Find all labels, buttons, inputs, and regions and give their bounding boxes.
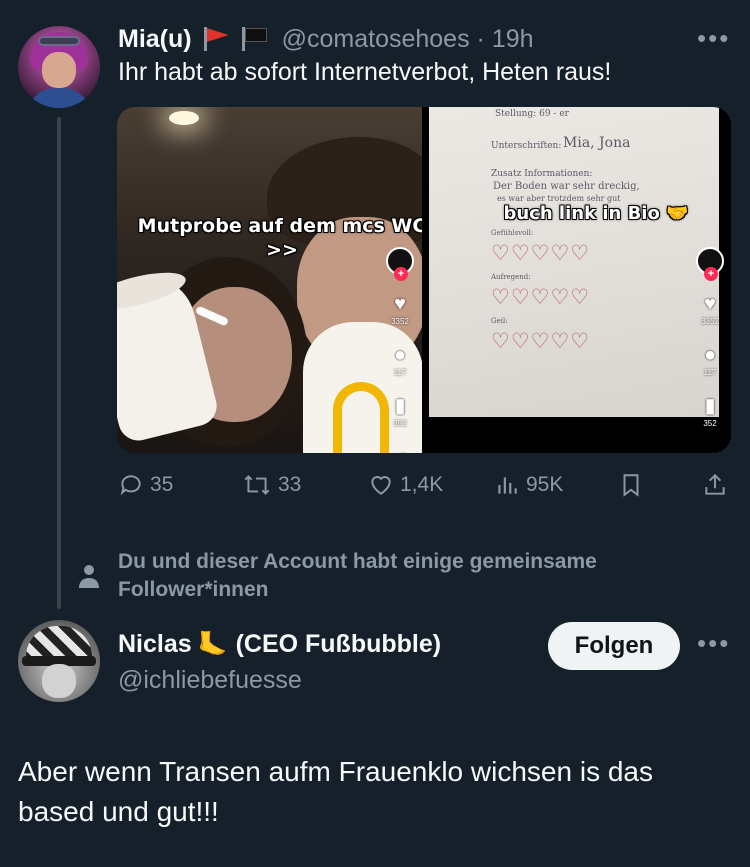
creator-avatar-icon xyxy=(386,247,414,281)
heart-icon: ♥ xyxy=(394,293,406,315)
author-avatar[interactable] xyxy=(18,620,100,702)
bookmark-icon: ▮ xyxy=(704,395,716,417)
bookmark-button[interactable] xyxy=(618,472,650,498)
author-name-suffix: (CEO Fußbubble) xyxy=(235,630,442,658)
author-name[interactable]: Niclas 🦶 (CEO Fußbubble) xyxy=(118,630,441,659)
tweet-header: Mia(u) @comatosehoes · 19h xyxy=(118,24,534,54)
foot-emoji-icon: 🦶 xyxy=(197,631,228,658)
tweet-media[interactable]: Mutprobe auf dem mcs WC >> ♥ 3352 ● 117 … xyxy=(117,107,731,453)
retweet-count: 33 xyxy=(278,473,302,496)
creator-avatar-icon xyxy=(696,247,724,281)
heart-icon xyxy=(371,476,391,495)
reply-count: 35 xyxy=(150,473,174,496)
like-count: 1,4K xyxy=(400,473,444,496)
follow-button[interactable]: Folgen xyxy=(548,622,680,670)
tiktok-side-bar: ♥ 3352 ● 117 ▮ 352 ➦ xyxy=(693,247,727,453)
bookmark-icon: ▮ xyxy=(394,395,406,417)
reply-icon xyxy=(120,475,141,496)
more-options-icon[interactable]: ••• xyxy=(697,628,730,659)
like-button[interactable]: 1,4K xyxy=(368,472,443,498)
media-image-right[interactable]: Stellung: 69 - er Unterschriften: Mia, J… xyxy=(429,107,731,453)
author-avatar[interactable] xyxy=(18,26,100,108)
handwritten-paper: Stellung: 69 - er Unterschriften: Mia, J… xyxy=(429,107,719,417)
author-name[interactable]: Mia(u) xyxy=(118,25,192,54)
bookmark-icon xyxy=(623,474,639,497)
mutual-followers-notice[interactable]: Du und dieser Account habt einige gemein… xyxy=(118,548,718,604)
tweet-text: Ihr habt ab sofort Internetverbot, Heten… xyxy=(118,58,612,86)
retweet-icon xyxy=(244,475,270,495)
thread-connector-line xyxy=(57,117,61,609)
comment-icon: ● xyxy=(393,344,407,366)
share-button[interactable] xyxy=(702,472,734,498)
view-count: 95K xyxy=(526,473,564,496)
share-icon: ➦ xyxy=(392,446,409,453)
comment-icon: ● xyxy=(703,344,717,366)
retweet-button[interactable]: 33 xyxy=(242,472,301,498)
heart-icon: ♥ xyxy=(704,293,716,315)
red-flag-icon xyxy=(202,27,230,51)
tiktok-side-bar: ♥ 3352 ● 117 ▮ 352 ➦ xyxy=(383,247,417,453)
person-icon xyxy=(78,563,100,594)
author-name-first: Niclas xyxy=(118,630,192,658)
reply-button[interactable]: 35 xyxy=(118,472,173,498)
media-caption-left: Mutprobe auf dem mcs WC >> xyxy=(137,215,422,261)
black-flag-icon xyxy=(240,27,268,51)
tweet-text: Aber wenn Transen aufm Frauenklo wichsen… xyxy=(18,756,653,827)
views-chart-icon xyxy=(498,477,517,494)
views-button[interactable]: 95K xyxy=(494,472,563,498)
author-handle[interactable]: @ichliebefuesse xyxy=(118,666,302,695)
tweet-action-bar: 35 33 1,4K 95K xyxy=(118,472,732,502)
more-options-icon[interactable]: ••• xyxy=(697,23,730,54)
author-handle-time[interactable]: @comatosehoes · 19h xyxy=(282,25,534,54)
share-icon xyxy=(705,473,725,495)
media-image-left[interactable]: Mutprobe auf dem mcs WC >> ♥ 3352 ● 117 … xyxy=(117,107,422,453)
media-caption-right: buch link in Bio 🤝 xyxy=(503,203,689,224)
share-icon: ➦ xyxy=(702,446,719,453)
